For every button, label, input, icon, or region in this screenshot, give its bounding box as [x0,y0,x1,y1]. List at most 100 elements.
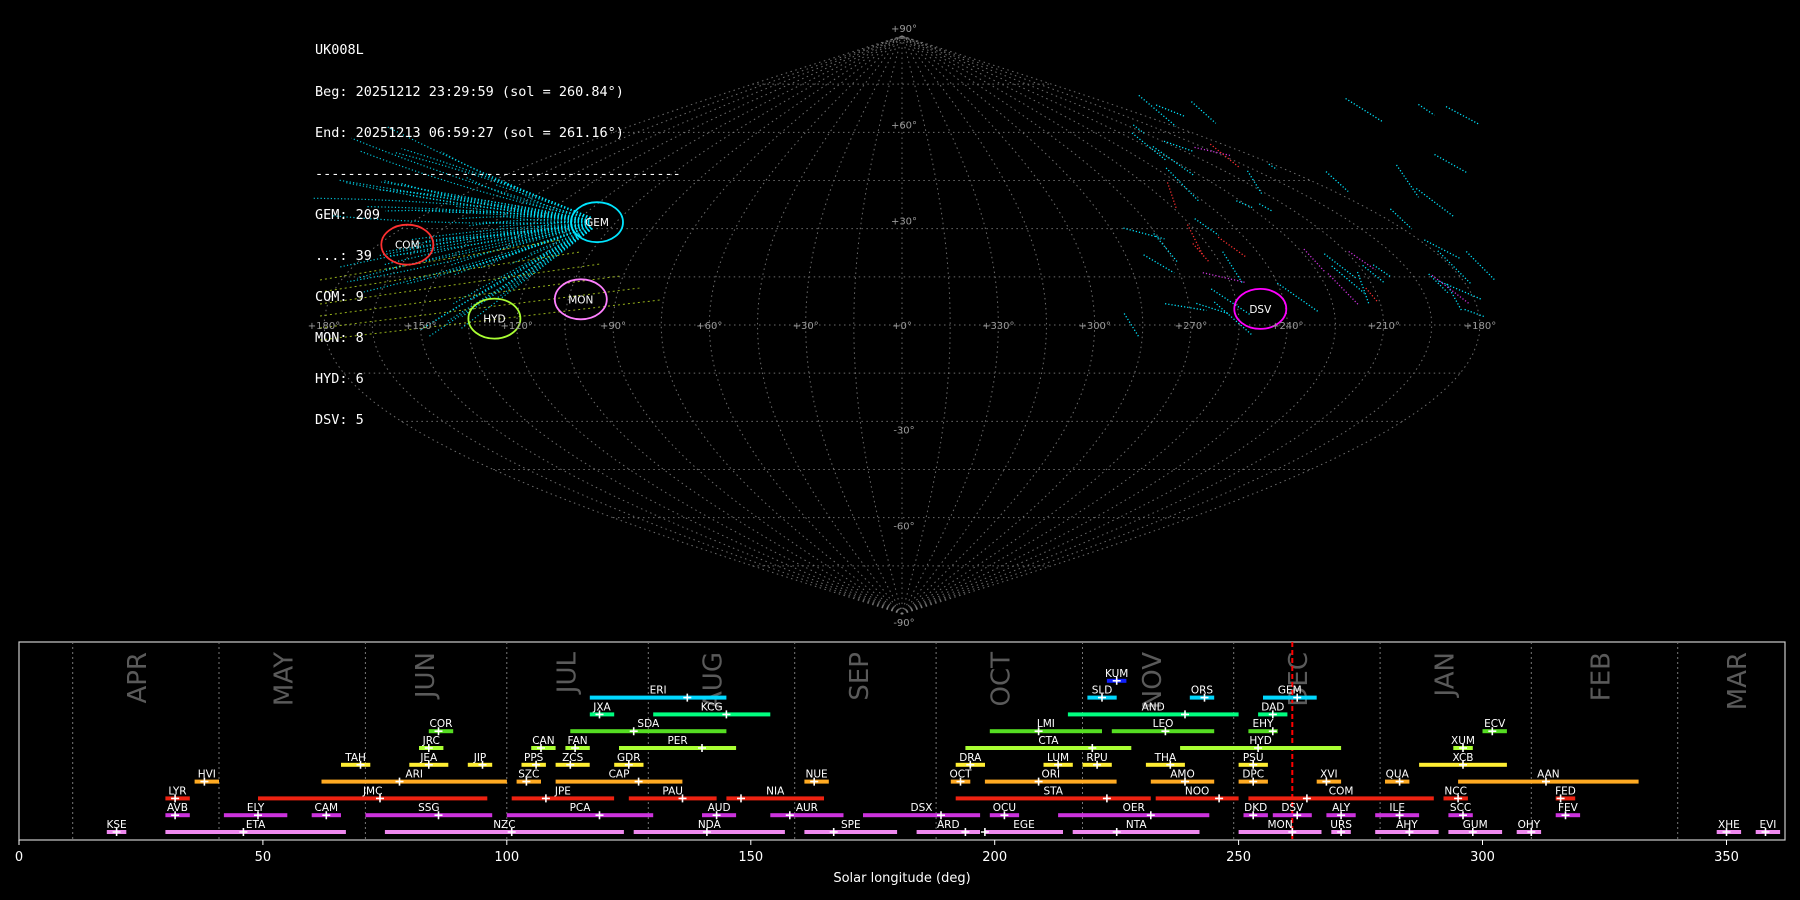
shower-ecv: ECV [1482,718,1507,736]
x-axis: 0 50 100 150 200 250 300 350 [15,840,1739,865]
shower-label: RPU [1086,752,1107,764]
shower-label: THA [1154,752,1177,764]
shower-label: ELY [247,802,265,814]
shower-label: MON [1268,819,1293,831]
meteor-trail [1345,97,1383,122]
shower-label: SZC [518,769,539,781]
x-tick-label: 150 [738,850,763,865]
shower-label: PSU [1243,752,1264,764]
longitude-label: +300° [1078,321,1110,332]
shower-cam: CAM [311,802,341,820]
shower-gdr: GDR [614,752,644,769]
shower-label: KCG [701,701,723,713]
shower-count: HYD: 6 [315,371,364,388]
meteor-trail [1325,171,1349,192]
meteor-trail [1186,224,1205,257]
shower-can: CAN [531,735,556,752]
shower-label: SLD [1092,685,1113,697]
month-label: JAN [1431,652,1461,698]
shower-label: PCA [570,802,592,814]
shower-label: AHY [1396,819,1418,831]
shower-ohy: OHY [1516,819,1542,836]
x-tick-label: 0 [15,850,23,865]
shower-label: ORS [1191,685,1214,697]
meteor-trail [1155,104,1186,118]
meteor-trail [1327,273,1359,305]
longitude-label: +240° [1271,321,1303,332]
shower-pps: PPS [521,752,546,769]
meteor-trail [1437,250,1473,285]
shower-label: PAU [662,785,683,797]
radiant-sky-map: COMGEMMONHYDDSV +180° +150° +120° +90° +60° +… [308,24,1496,629]
meteor-trail [1123,313,1140,339]
shower-scc: SCC [1448,802,1473,820]
shower-ncc: NCC [1443,785,1468,803]
shower-label: XCB [1453,752,1474,764]
shower-label: ZCS [562,752,584,764]
longitude-label: +0° [892,321,912,332]
meteor-trail [1194,146,1231,157]
shower-label: KSE [107,819,127,831]
month-label: JUL [552,651,582,695]
shower-dpc: DPC [1238,769,1268,786]
month-label: MAY [269,652,299,706]
shower-ocu: OCU [989,802,1020,820]
shower-jrc: JRC [419,735,444,752]
shower-label: GDR [617,752,641,764]
shower-jxa: JXA [589,701,615,719]
x-tick-label: 100 [494,850,519,865]
shower-label: AMO [1170,769,1195,781]
shower-sld: SLD [1087,685,1117,702]
shower-lum: LUM [1043,752,1073,769]
x-tick-label: 200 [982,850,1007,865]
shower-cor: COR [428,718,454,736]
meteor-trail [1303,248,1326,273]
shower-label: NTA [1126,819,1147,831]
shower-label: QUA [1386,769,1410,781]
shower-label: AUD [708,802,731,814]
shower-label: FED [1555,785,1576,797]
longitude-label: +270° [1175,321,1207,332]
shower-psu: PSU [1238,752,1268,769]
meteor-trail [1138,94,1177,127]
meteor-trail [1331,265,1365,294]
shower-count: DSV: 5 [315,412,364,429]
meteor-trail [1131,132,1167,162]
shower-label: SCC [1450,802,1471,814]
shower-label: PER [667,735,687,747]
meteor-trail [1445,106,1479,125]
shower-label: XHE [1718,819,1740,831]
shower-label: SDA [637,718,660,730]
shower-dra: DRA [955,752,985,769]
shower-label: EHY [1253,718,1275,730]
shower-label: XUM [1451,735,1475,747]
shower-label: DAD [1261,701,1284,713]
shower-szc: SZC [516,769,541,786]
meteor-trail [1236,200,1253,209]
shower-label: NDA [698,819,722,831]
shower-label: CAP [609,769,630,781]
shower-tah: TAH [341,752,371,769]
shower-fed: FED [1555,785,1576,803]
shower-label: HVI [198,769,216,781]
end-time: End: 20251213 06:59:27 (sol = 261.16°) [315,124,624,141]
meteor-trail [1143,254,1175,274]
shower-label: AND [1142,701,1165,713]
shower-label: LUM [1047,752,1069,764]
shower-lyr: LYR [165,785,190,803]
shower-urs: URS [1330,819,1352,836]
shower-count: MON: 8 [315,330,364,347]
meteor-trail [1389,208,1413,230]
meteor-trail [1258,203,1272,212]
shower-label: LMI [1037,718,1055,730]
shower-label: DSX [911,802,933,814]
x-tick-label: 50 [255,850,272,865]
station-id: UK008L [315,42,364,59]
shower-ehy: EHY [1248,718,1278,736]
meteor-trail [1165,167,1200,202]
begin-time: Beg: 20251212 23:29:59 (sol = 260.84°) [315,83,624,100]
shower-avb: AVB [165,802,190,820]
meteor-trail [1465,251,1496,282]
shower-label: FAN [568,735,588,747]
meteor-trail [1246,170,1264,196]
